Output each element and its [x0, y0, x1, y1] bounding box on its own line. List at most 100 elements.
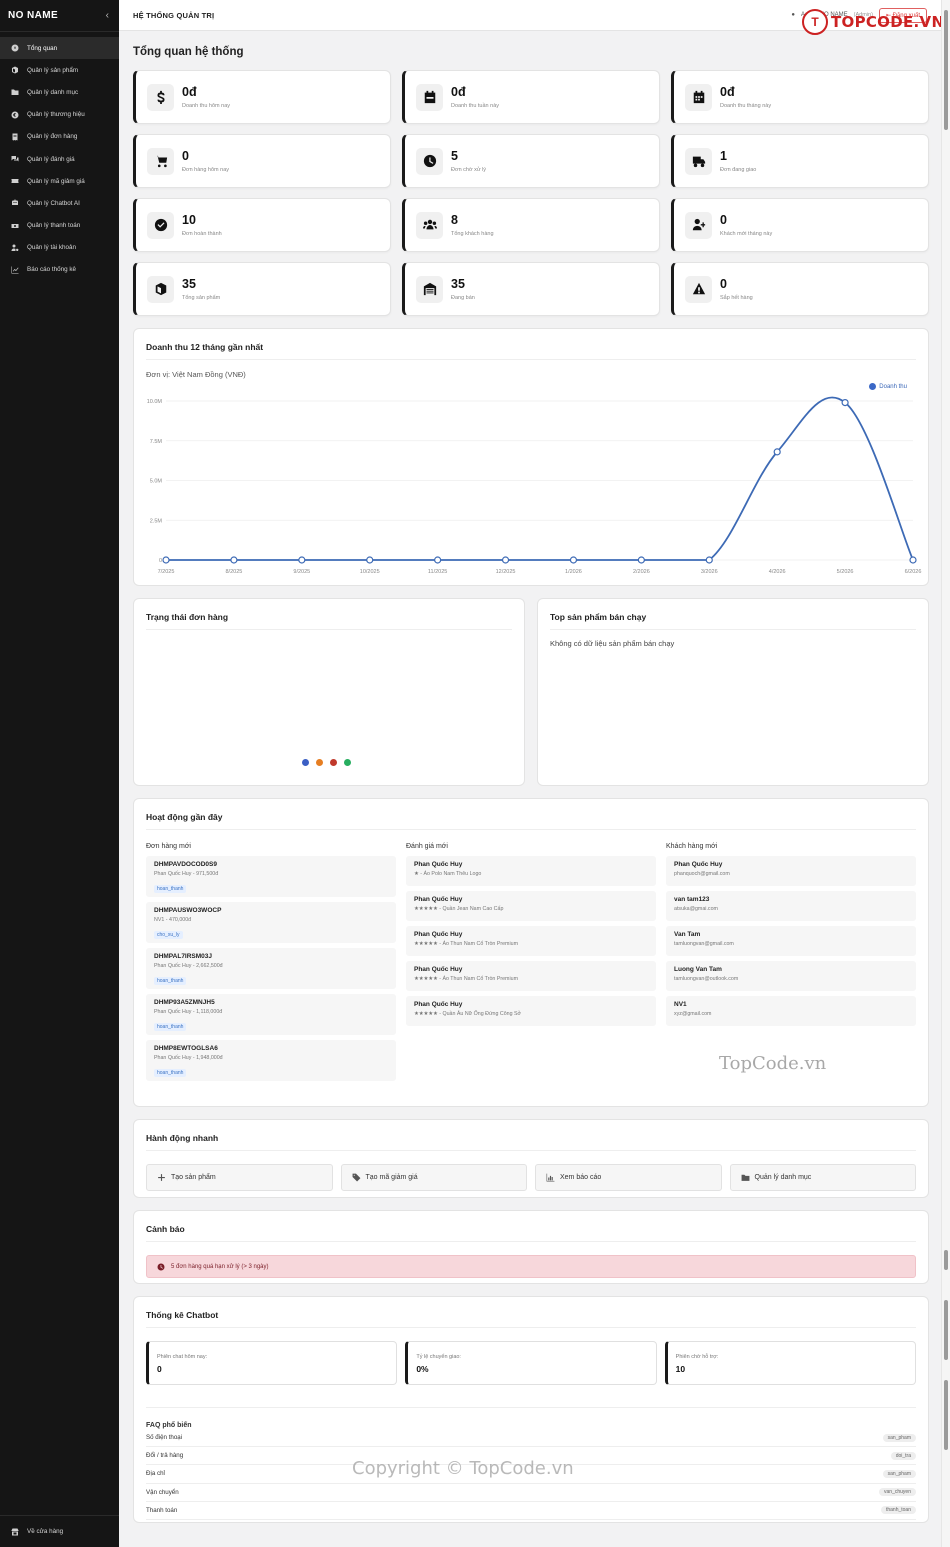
quick-action-button[interactable]: Tạo mã giảm giá	[340, 1164, 527, 1191]
review-detail: ★★★★★ - Quần Âu Nữ Ống Đứng Công Sở	[414, 1011, 522, 1017]
chatbot-stats-title: Thống kê Chatbot	[146, 1297, 916, 1328]
sidebar-item[interactable]: Quản lý danh mục	[0, 81, 119, 103]
stat-text: 0đ Doanh thu tuần này	[451, 85, 499, 109]
y-tick-label: 10.0M	[147, 399, 163, 405]
user-icon: ●	[791, 12, 795, 18]
data-point[interactable]	[434, 556, 442, 564]
order-item[interactable]: DHMP8EWTOGLSA6 Phan Quốc Huy - 1,948,000đ…	[146, 1040, 396, 1081]
chatbot-stat-value: 10	[675, 1364, 686, 1374]
customer-item[interactable]: Van Tam tamluongvan@gmail.com	[666, 926, 916, 956]
order-status-badge: hoan_thanh	[154, 1069, 187, 1077]
clock-icon	[157, 1263, 165, 1270]
data-point[interactable]	[501, 556, 510, 564]
review-item[interactable]: Phan Quốc Huy ★★★★★ - Quần Jean Nam Cao C…	[406, 891, 656, 921]
series-line	[166, 396, 914, 561]
stat-value: 10	[182, 213, 196, 227]
customer-item[interactable]: NV1 xyz@gmail.com	[666, 996, 916, 1026]
new-reviews-title: Đánh giá mới	[406, 843, 448, 850]
truck-icon	[692, 156, 705, 168]
order-item[interactable]: DHMPAL7IRSM03J Phan Quốc Huy - 2,662,500đ…	[146, 948, 396, 989]
chatbot-stat-label: Phiên chat hôm nay:	[157, 1354, 208, 1360]
quick-actions-row: Tạo sản phẩm Tạo mã giảm giá Xem báo cáo Qu…	[146, 1164, 916, 1191]
sidebar-item-store[interactable]: Về cửa hàng	[0, 1515, 119, 1547]
warnings-title: Cảnh báo	[146, 1211, 916, 1242]
scrollbar-marker	[944, 1300, 948, 1360]
x-tick-label: 8/2025	[225, 569, 242, 575]
faq-item[interactable]: Vận chuyển van_chuyen	[146, 1484, 916, 1502]
scrollbar-marker	[944, 1380, 948, 1450]
sidebar-item[interactable]: Quản lý thanh toán	[0, 215, 119, 237]
sidebar-item[interactable]: Quản lý đánh giá	[0, 148, 119, 170]
data-point[interactable]	[773, 448, 781, 456]
data-point[interactable]	[841, 398, 849, 407]
sidebar-item[interactable]: Tổng quan	[0, 37, 119, 60]
order-item[interactable]: DHMPAUSWO3WOCP NV1 - 470,000đ cho_xu_ly	[146, 902, 396, 943]
status-legend-dot[interactable]	[344, 759, 351, 766]
scrollbar-thumb[interactable]	[944, 10, 948, 130]
status-legend-dot[interactable]	[330, 759, 337, 766]
data-point[interactable]	[637, 556, 645, 564]
customer-email: xyz@gmail.com	[674, 1011, 712, 1017]
review-item[interactable]: Phan Quốc Huy ★★★★★ - Áo Thun Nam Cổ Tròn…	[406, 961, 656, 991]
review-detail: ★★★★★ - Áo Thun Nam Cổ Tròn Premium	[414, 941, 519, 947]
chart-icon	[546, 1173, 555, 1182]
status-legend-dot[interactable]	[316, 759, 323, 766]
quick-action-button[interactable]: Quản lý danh mục	[729, 1164, 916, 1191]
quick-action-button[interactable]: Tạo sản phẩm	[146, 1164, 333, 1191]
sidebar-item[interactable]: Quản lý thương hiệu	[0, 104, 119, 126]
sidebar-item[interactable]: Báo cáo thống kê	[0, 259, 119, 281]
status-legend-dot[interactable]	[302, 759, 309, 766]
order-item[interactable]: DHMP93A5ZMNJH5 Phan Quốc Huy - 1,118,000đ…	[146, 994, 396, 1035]
sidebar-item[interactable]: Quản lý tài khoản	[0, 237, 119, 259]
customer-item[interactable]: van tam123 atsuka@gmai.com	[666, 891, 916, 921]
folder-icon	[10, 87, 20, 97]
data-point[interactable]	[298, 556, 306, 564]
sidebar-item-label: Quản lý thương hiệu	[27, 111, 85, 119]
review-author: Phan Quốc Huy	[414, 1001, 463, 1008]
chatbot-stat-value: 0%	[416, 1364, 429, 1374]
data-point[interactable]	[366, 556, 374, 564]
faq-item[interactable]: Số điện thoại san_pham	[146, 1429, 916, 1448]
order-status-badge: hoan_thanh	[154, 885, 187, 893]
check-circle-icon	[147, 211, 174, 239]
top-products-empty: Không có dữ liệu sản phẩm bán chạy	[550, 639, 675, 648]
sidebar-item[interactable]: Quản lý đơn hàng	[0, 126, 119, 148]
page-scrollbar[interactable]	[941, 0, 950, 1547]
chevron-left-icon[interactable]: ‹	[106, 10, 109, 21]
order-item[interactable]: DHMPAVDOCOD0S9 Phan Quốc Huy - 971,500đ ho…	[146, 856, 396, 897]
order-detail: Phan Quốc Huy - 2,662,500đ	[154, 963, 223, 969]
data-point[interactable]	[569, 556, 578, 564]
clock-icon	[416, 147, 443, 175]
review-item[interactable]: Phan Quốc Huy ★★★★★ - Áo Thun Nam Cổ Tròn…	[406, 926, 656, 956]
faq-tag: san_pham	[882, 1433, 916, 1442]
data-point[interactable]	[909, 556, 917, 564]
data-point[interactable]	[230, 556, 238, 564]
money-icon	[11, 223, 19, 228]
review-item[interactable]: Phan Quốc Huy ★★★★★ - Quần Âu Nữ Ống Đứng…	[406, 996, 656, 1026]
sidebar-item[interactable]: Quản lý Chatbot AI	[0, 192, 119, 214]
sidebar-item-label: Quản lý danh mục	[27, 88, 79, 96]
customer-item[interactable]: Phan Quốc Huy phanquoch@gmail.com	[666, 856, 916, 886]
quick-action-button[interactable]: Xem báo cáo	[535, 1164, 722, 1191]
data-point[interactable]	[705, 556, 713, 564]
sidebar-item[interactable]: Quản lý sản phẩm	[0, 59, 119, 81]
data-point[interactable]	[162, 556, 170, 564]
faq-item[interactable]: Thanh toán thanh_toan	[146, 1502, 916, 1520]
customer-item[interactable]: Luong Van Tam tamluongvan@outlook.com	[666, 961, 916, 991]
sidebar-item[interactable]: Quản lý mã giảm giá	[0, 170, 119, 192]
stat-card: 0 Đơn hàng hôm nay	[133, 134, 391, 188]
stat-value: 0đ	[451, 85, 466, 99]
x-tick-label: 11/2025	[428, 569, 447, 575]
calendar-icon	[693, 90, 704, 104]
chatbot-stats-row: Phiên chat hôm nay: 0 Tỷ lệ chuyển giao: 0%…	[146, 1341, 916, 1385]
review-author: Phan Quốc Huy	[414, 966, 463, 973]
user-gear-icon	[10, 243, 20, 253]
customer-name: NV1	[674, 1001, 687, 1008]
review-item[interactable]: Phan Quốc Huy ★ - Áo Polo Nam Thêu Logo	[406, 856, 656, 886]
overdue-alert[interactable]: 5 đơn hàng quá hạn xử lý (> 3 ngày)	[146, 1255, 916, 1278]
warning-icon	[692, 282, 705, 295]
brand-header: NO NAME ‹	[0, 0, 119, 32]
plus-icon	[158, 1174, 165, 1181]
stat-card: 1 Đơn đang giao	[671, 134, 929, 188]
users-icon	[422, 219, 437, 230]
